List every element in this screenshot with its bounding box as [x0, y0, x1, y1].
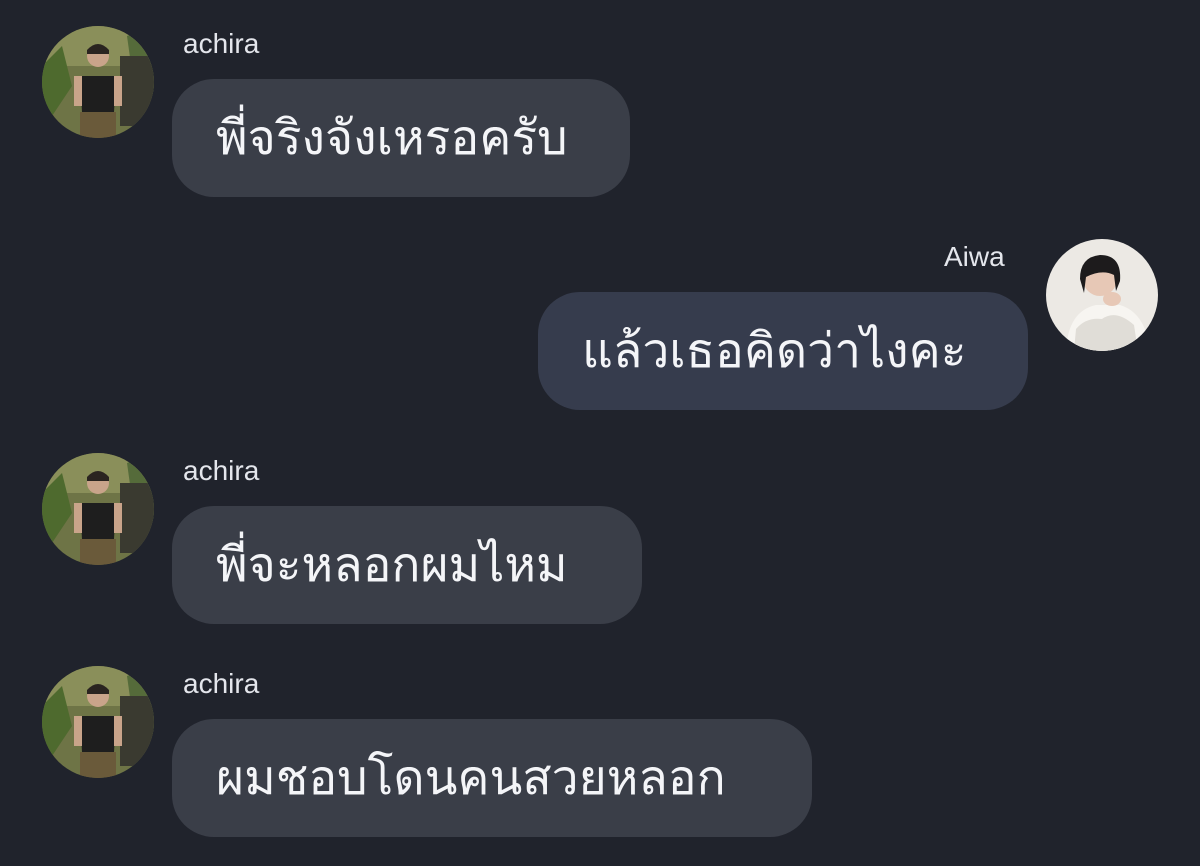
chat-window: achira พี่จริงจังเหรอครับ Aiwa แล้วเธอคิ…: [0, 0, 1200, 866]
message-bubble[interactable]: ผมชอบโดนคนสวยหลอก: [172, 719, 812, 837]
message-incoming: achira ผมชอบโดนคนสวยหลอก: [0, 0, 1200, 866]
avatar[interactable]: [42, 666, 154, 778]
man-portrait-avatar: [42, 666, 154, 778]
sender-name: achira: [183, 668, 260, 699]
